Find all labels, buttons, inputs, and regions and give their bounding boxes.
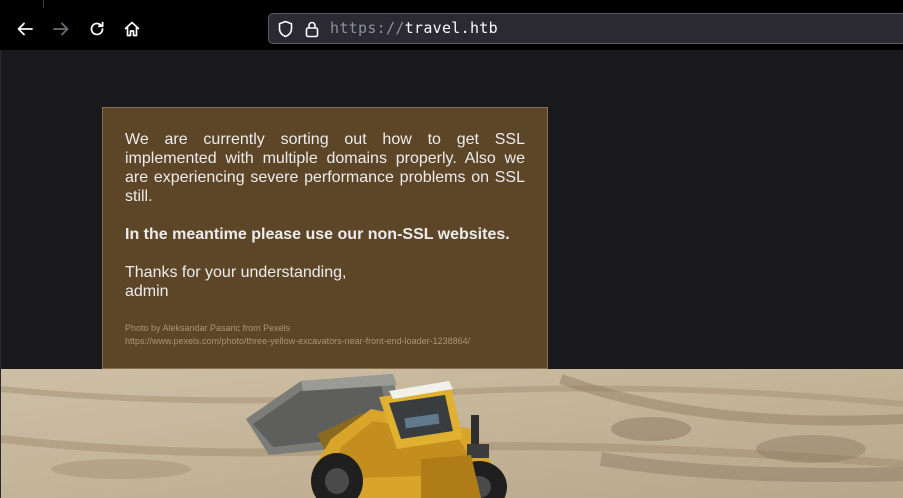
url-bar[interactable]: https://travel.htb [268,13,903,44]
shield-icon[interactable] [277,20,294,38]
reload-button[interactable] [82,14,112,44]
home-button[interactable] [117,14,147,44]
notice-box: We are currently sorting out how to get … [102,107,548,369]
notice-paragraph: We are currently sorting out how to get … [125,131,525,205]
page-content: We are currently sorting out how to get … [0,50,903,498]
arrow-right-icon [53,22,69,36]
signature: admin [125,283,169,300]
back-button[interactable] [10,14,40,44]
notice-thanks: Thanks for your understanding, admin [125,263,525,301]
photo-credit-text: Photo by Aleksandar Pasaric from Pexels [125,323,291,333]
notice-emphasis: In the meantime please use our non-SSL w… [125,226,510,243]
reload-icon [90,21,104,36]
tab-divider [43,0,44,8]
photo-credit-url: https://www.pexels.com/photo/three-yello… [125,336,471,346]
photo-credit: Photo by Aleksandar Pasaric from Pexels … [125,322,525,348]
browser-toolbar: https://travel.htb [0,0,903,50]
thanks-text: Thanks for your understanding, [125,264,347,281]
forward-button[interactable] [46,14,76,44]
lock-icon[interactable] [304,20,320,38]
construction-image [1,369,903,498]
excavator-photo [1,369,903,498]
arrow-left-icon [17,22,33,36]
url-host: travel.htb [404,19,498,37]
url-text[interactable]: https://travel.htb [330,19,498,37]
home-icon [124,21,140,37]
url-scheme: https:// [330,19,405,37]
